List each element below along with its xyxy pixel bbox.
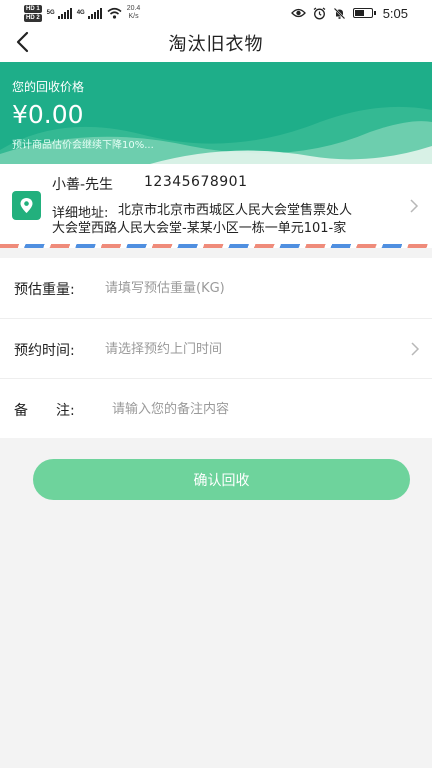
sim1-badge: HD 1 bbox=[24, 4, 42, 13]
network-type-2: 4G bbox=[76, 10, 85, 16]
battery-level-fill bbox=[354, 10, 365, 16]
note-label: 备 注: bbox=[14, 403, 75, 419]
location-pin-icon bbox=[12, 191, 41, 220]
confirm-recycle-button[interactable]: 确认回收 bbox=[33, 459, 410, 500]
weight-input[interactable] bbox=[105, 277, 395, 299]
network-speed: 20.4 K/s bbox=[127, 5, 141, 21]
airmail-border-decoration bbox=[0, 244, 432, 248]
chevron-right-icon bbox=[410, 199, 419, 213]
note-row: 备 注: bbox=[0, 378, 432, 439]
price-value: ¥0.00 bbox=[12, 100, 84, 129]
mute-bell-icon bbox=[333, 7, 345, 19]
price-label: 您的回收价格 bbox=[12, 80, 85, 94]
address-card[interactable]: 小善-先生 12345678901 详细地址: 北京市北京市西城区人民大会堂售票… bbox=[0, 164, 432, 248]
time-row[interactable]: 预约时间: bbox=[0, 318, 432, 379]
clock: 5:05 bbox=[382, 5, 408, 21]
address-line-1: 北京市北京市西城区人民大会堂售票处人 bbox=[118, 203, 353, 218]
weight-label: 预估重量: bbox=[14, 282, 75, 298]
chevron-right-icon bbox=[411, 342, 420, 356]
wifi-icon bbox=[107, 7, 122, 19]
address-label: 详细地址: bbox=[52, 206, 109, 221]
sim-indicators: HD 1 HD 2 bbox=[24, 4, 42, 22]
price-note: 预计商品估价会继续下降10%... bbox=[12, 140, 154, 151]
price-banner: 您的回收价格 ¥0.00 预计商品估价会继续下降10%... bbox=[0, 62, 432, 164]
page-title: 淘汰旧衣物 bbox=[168, 34, 264, 55]
note-input[interactable] bbox=[112, 398, 402, 420]
time-picker-input[interactable] bbox=[105, 338, 395, 360]
status-right-group: 5:05 bbox=[290, 4, 408, 22]
battery-icon bbox=[352, 8, 376, 18]
status-left-group: HD 1 HD 2 5G 4G 20.4 K/s bbox=[24, 3, 140, 23]
signal-icon bbox=[57, 7, 72, 19]
contact-name: 小善-先生 bbox=[52, 177, 114, 193]
signal-icon bbox=[87, 7, 102, 19]
time-label: 预约时间: bbox=[14, 343, 75, 359]
form-section: 预估重量: 预约时间: 备 注: bbox=[0, 258, 432, 438]
sim2-badge: HD 2 bbox=[24, 13, 42, 22]
alarm-icon bbox=[313, 6, 326, 19]
address-line-2: 大会堂西路人民大会堂-某某小区一栋一单元101-家 bbox=[52, 221, 347, 236]
contact-phone: 12345678901 bbox=[144, 174, 248, 190]
nav-bar: 淘汰旧衣物 bbox=[0, 26, 432, 62]
eye-icon bbox=[290, 8, 306, 18]
status-bar: HD 1 HD 2 5G 4G 20.4 K/s 5:05 bbox=[0, 0, 432, 26]
weight-row: 预估重量: bbox=[0, 258, 432, 318]
network-speed-unit: K/s bbox=[128, 13, 139, 20]
network-type-1: 5G bbox=[46, 10, 55, 16]
network-speed-value: 20.4 bbox=[126, 5, 141, 12]
